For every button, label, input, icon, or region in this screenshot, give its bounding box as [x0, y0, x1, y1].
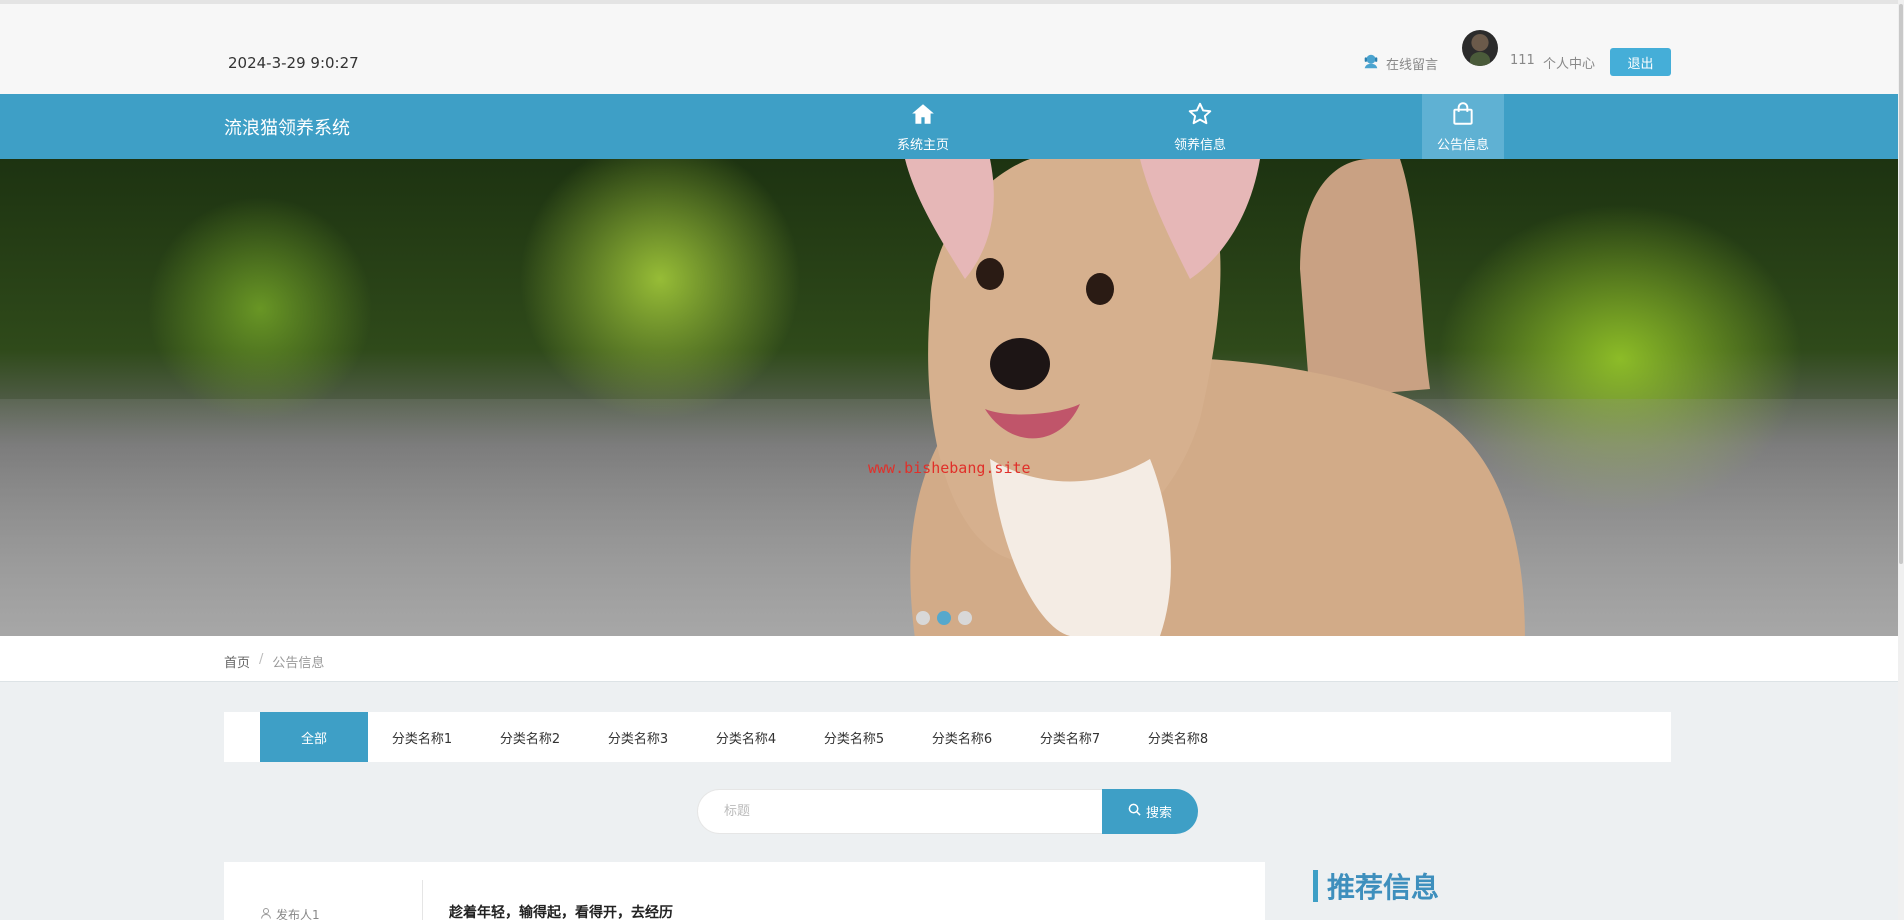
recommend-title: 推荐信息 — [1327, 871, 1440, 904]
search-bar: 搜索 — [697, 789, 1198, 834]
nav-item-label: 领养信息 — [1173, 137, 1226, 153]
watermark-text: www.bishebang.site — [868, 459, 1031, 477]
banner-carousel[interactable]: www.bishebang.site — [0, 159, 1898, 636]
current-datetime: 2024-3-29 9:0:27 — [228, 54, 359, 72]
page-scrollbar[interactable] — [1898, 0, 1904, 920]
tab-category-7[interactable]: 分类名称7 — [1016, 712, 1124, 762]
post-title[interactable]: 趁着年轻，输得起，看得开，去经历 — [449, 902, 673, 920]
search-button-label: 搜索 — [1145, 806, 1172, 821]
scrollbar-thumb[interactable] — [1899, 4, 1903, 564]
heading-accent-bar — [1313, 870, 1318, 902]
nav-item-home[interactable]: 系统主页 — [882, 94, 964, 159]
tab-category-1[interactable]: 分类名称1 — [368, 712, 476, 762]
list-item[interactable]: 发布人1 趁着年轻，输得起，看得开，去经历 — [224, 862, 1265, 920]
carousel-dot-3[interactable] — [958, 611, 972, 625]
online-message-link[interactable]: 在线留言 — [1362, 52, 1438, 74]
breadcrumb-bar: 首页 / 公告信息 — [0, 636, 1898, 682]
tab-category-5[interactable]: 分类名称5 — [800, 712, 908, 762]
tab-category-3[interactable]: 分类名称3 — [584, 712, 692, 762]
search-button[interactable]: 搜索 — [1102, 789, 1198, 834]
nav-item-adoption[interactable]: 领养信息 — [1159, 94, 1241, 159]
personal-center-link[interactable]: 个人中心 — [1543, 53, 1595, 72]
nav-item-announcements[interactable]: 公告信息 — [1422, 94, 1504, 159]
list-item-divider — [422, 880, 423, 920]
tab-category-6[interactable]: 分类名称6 — [908, 712, 1016, 762]
tab-category-2[interactable]: 分类名称2 — [476, 712, 584, 762]
star-icon — [1187, 101, 1213, 134]
logout-button[interactable]: 退出 — [1610, 48, 1671, 76]
search-input[interactable] — [697, 789, 1102, 834]
corgi-dog-image — [905, 159, 1525, 636]
category-tabs: 全部 分类名称1 分类名称2 分类名称3 分类名称4 分类名称5 分类名称6 分… — [224, 712, 1671, 762]
shopping-bag-icon — [1450, 101, 1476, 134]
user-avatar[interactable] — [1462, 30, 1498, 66]
breadcrumb: 首页 / 公告信息 — [224, 652, 324, 671]
main-navbar: 流浪猫领养系统 系统主页 领养信息 公告信息 — [0, 94, 1898, 159]
tab-category-8[interactable]: 分类名称8 — [1124, 712, 1232, 762]
breadcrumb-home[interactable]: 首页 — [224, 652, 250, 671]
publisher-name: 发布人1 — [276, 908, 320, 920]
site-brand[interactable]: 流浪猫领养系统 — [224, 114, 350, 140]
online-message-label: 在线留言 — [1386, 57, 1439, 73]
home-icon — [910, 101, 936, 134]
nav-item-label: 系统主页 — [896, 137, 949, 153]
breadcrumb-current: 公告信息 — [272, 656, 325, 671]
recommend-heading: 推荐信息 — [1313, 866, 1439, 906]
carousel-dots — [916, 611, 972, 625]
tab-all[interactable]: 全部 — [260, 712, 368, 762]
username: 111 — [1510, 53, 1535, 68]
publisher-info: 发布人1 — [260, 906, 320, 920]
nav-item-label: 公告信息 — [1436, 137, 1489, 153]
breadcrumb-separator: / — [259, 652, 264, 667]
tab-category-4[interactable]: 分类名称4 — [692, 712, 800, 762]
customer-service-icon — [1362, 52, 1380, 74]
user-icon — [260, 907, 272, 920]
carousel-dot-1[interactable] — [916, 611, 930, 625]
top-bar: 2024-3-29 9:0:27 在线留言 111 个人中心 退出 — [0, 0, 1904, 94]
carousel-dot-2[interactable] — [937, 611, 951, 625]
search-icon — [1128, 803, 1141, 820]
